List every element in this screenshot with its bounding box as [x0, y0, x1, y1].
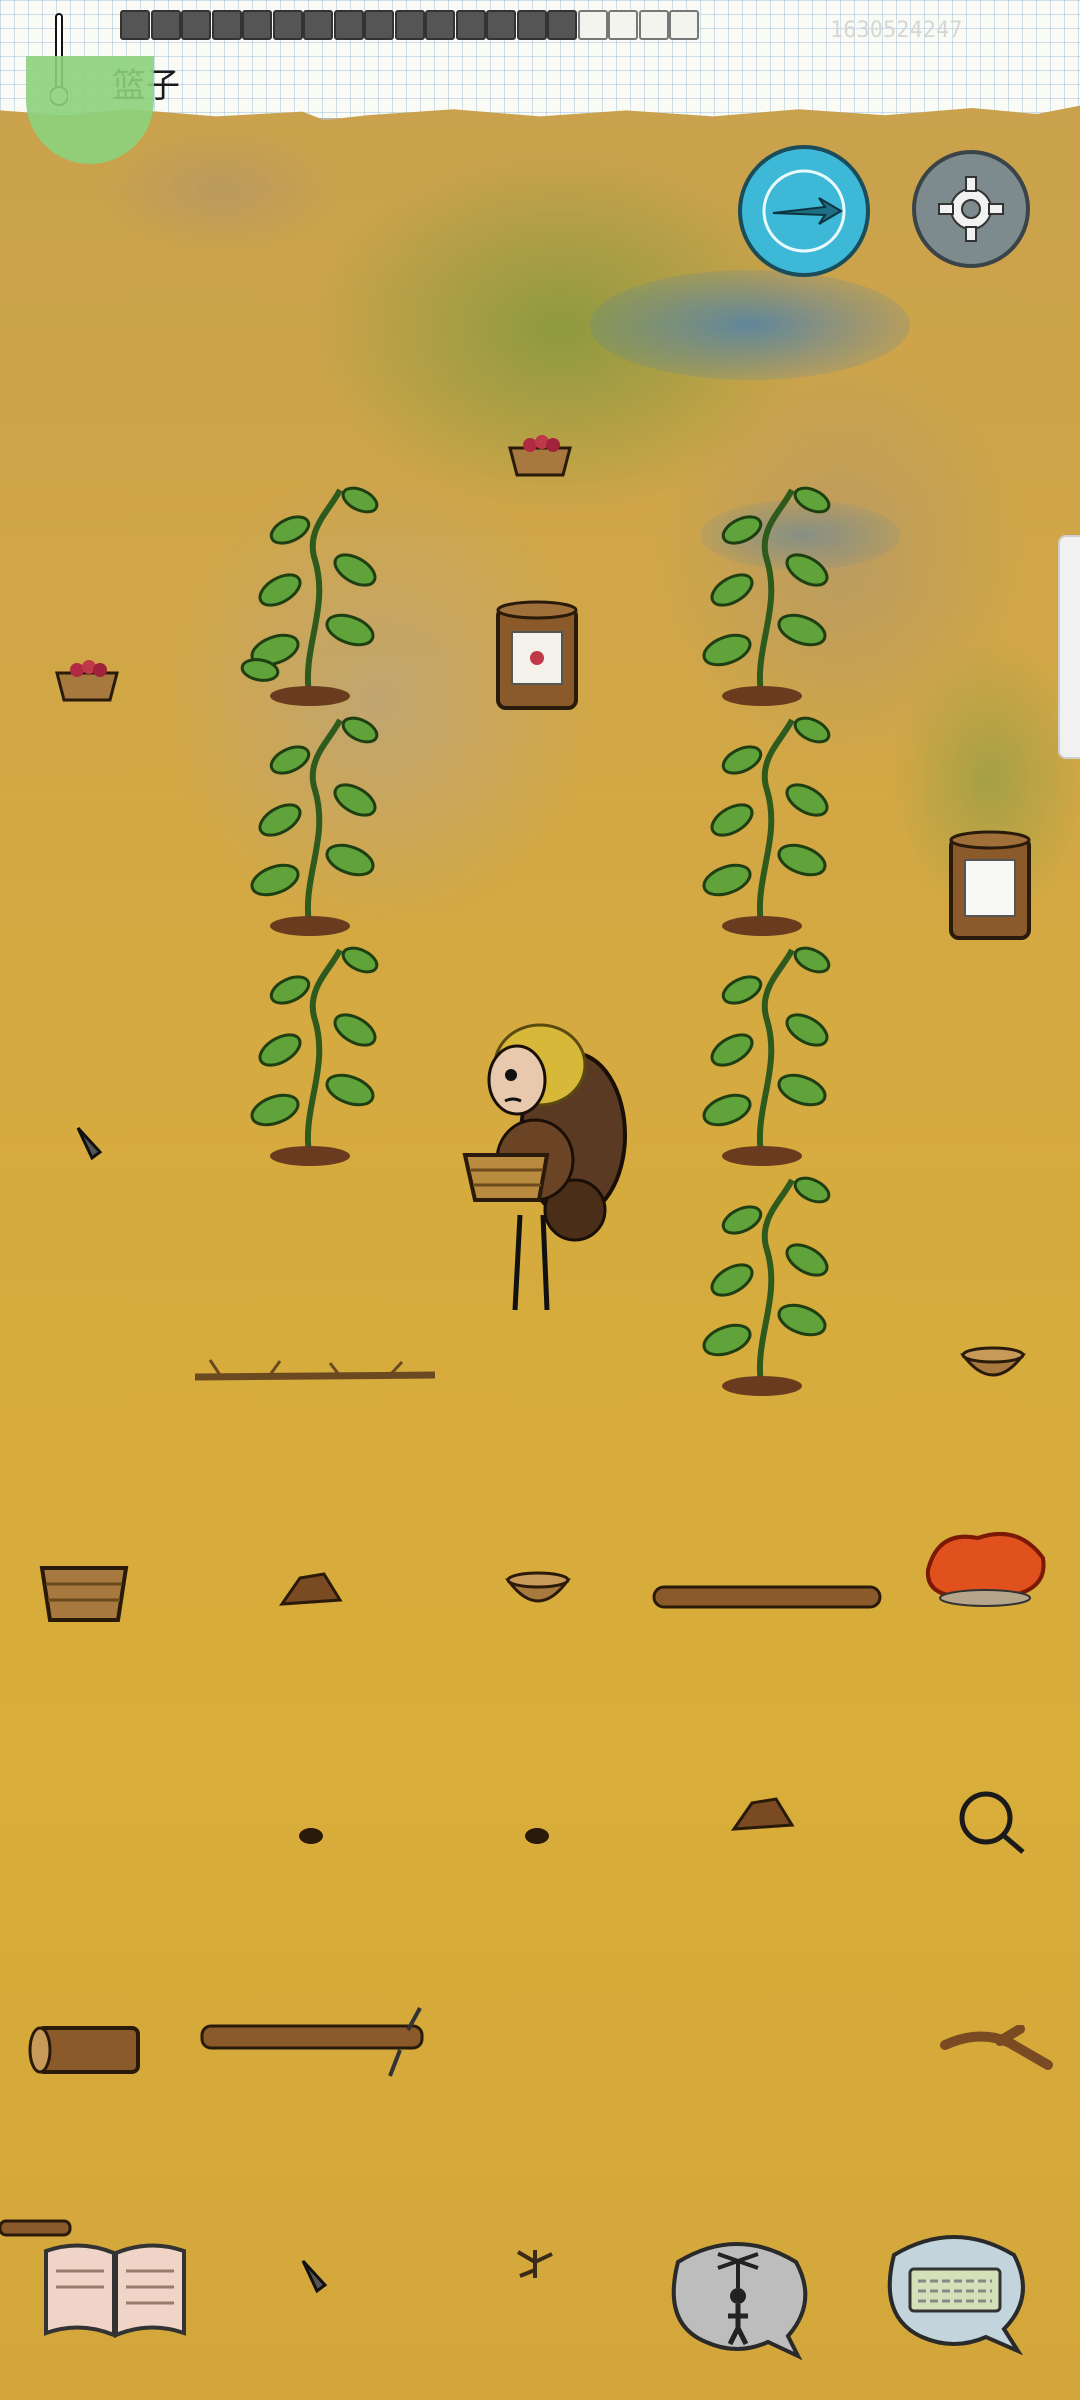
curved-branch[interactable]: [940, 2025, 1055, 2075]
game-world[interactable]: [0, 0, 1080, 2400]
berry-bush[interactable]: [220, 470, 400, 710]
side-pull-tab[interactable]: [1058, 535, 1080, 759]
flint-chip[interactable]: [295, 2255, 335, 2295]
inventory-slot[interactable]: [486, 10, 516, 40]
inventory-slot[interactable]: [303, 10, 333, 40]
inventory-slot[interactable]: [364, 10, 394, 40]
berry-bush[interactable]: [220, 930, 400, 1170]
berry-bush[interactable]: [672, 1160, 852, 1400]
gear-icon: [938, 176, 1004, 242]
burdock-seed[interactable]: [292, 1822, 330, 1848]
clay-jar[interactable]: [492, 600, 582, 715]
berry-bush[interactable]: [672, 930, 852, 1170]
inventory-slot[interactable]: [242, 10, 272, 40]
inventory-slot[interactable]: [638, 10, 669, 40]
emote-button[interactable]: [658, 2232, 816, 2361]
long-straight-shaft[interactable]: [198, 2000, 430, 2080]
stone[interactable]: [730, 1795, 796, 1835]
firewood-log[interactable]: [650, 1583, 884, 1611]
burdock-seed[interactable]: [518, 1822, 556, 1848]
rope[interactable]: [948, 1780, 1028, 1860]
wicker-basket[interactable]: [38, 1560, 130, 1624]
long-straight-branch[interactable]: [190, 1355, 440, 1395]
inventory-slot[interactable]: [547, 10, 577, 40]
inventory-slot[interactable]: [425, 10, 455, 40]
inventory-slot[interactable]: [272, 10, 303, 40]
hot-coals-pile[interactable]: [918, 1520, 1053, 1610]
puppet-speech-bubble-icon: [671, 2242, 808, 2361]
inventory-slot[interactable]: [608, 10, 638, 40]
inventory-slot[interactable]: [394, 10, 425, 40]
keyboard-speech-bubble-icon: [887, 2235, 1025, 2356]
inventory-slot[interactable]: [577, 10, 608, 40]
water-pond: [590, 270, 910, 380]
bowl[interactable]: [505, 1568, 571, 1612]
player-character[interactable]: [455, 1015, 635, 1325]
inventory-slot[interactable]: [669, 10, 699, 40]
berry-bush[interactable]: [672, 700, 852, 940]
clay-jar[interactable]: [945, 830, 1035, 945]
faint-code-text: 1630524247: [830, 18, 963, 43]
open-book-icon[interactable]: [40, 2235, 190, 2345]
berry-bush[interactable]: [672, 470, 852, 710]
inventory-slot[interactable]: [181, 10, 211, 40]
compass-arrow-icon: [762, 169, 846, 253]
inventory-slot[interactable]: [516, 10, 547, 40]
inventory-slot[interactable]: [150, 10, 181, 40]
chat-button[interactable]: [874, 2225, 1034, 2356]
berry-bush[interactable]: [220, 700, 400, 940]
inventory-slot[interactable]: [211, 10, 242, 40]
compass-button[interactable]: [738, 145, 870, 277]
log[interactable]: [28, 2020, 143, 2080]
settings-button[interactable]: [912, 150, 1030, 268]
sharp-stone[interactable]: [278, 1570, 344, 1610]
clay-bowl[interactable]: [960, 1345, 1026, 1385]
flint-chip[interactable]: [70, 1122, 110, 1162]
berry-basket[interactable]: [52, 655, 122, 705]
inventory-slot[interactable]: [120, 10, 150, 40]
inventory-bar: 篮子 1630524247: [0, 0, 1080, 120]
inventory-slot[interactable]: [455, 10, 486, 40]
small-plant-sprout: [516, 2250, 553, 2278]
inventory-slot[interactable]: [333, 10, 364, 40]
berry-basket[interactable]: [505, 430, 575, 480]
